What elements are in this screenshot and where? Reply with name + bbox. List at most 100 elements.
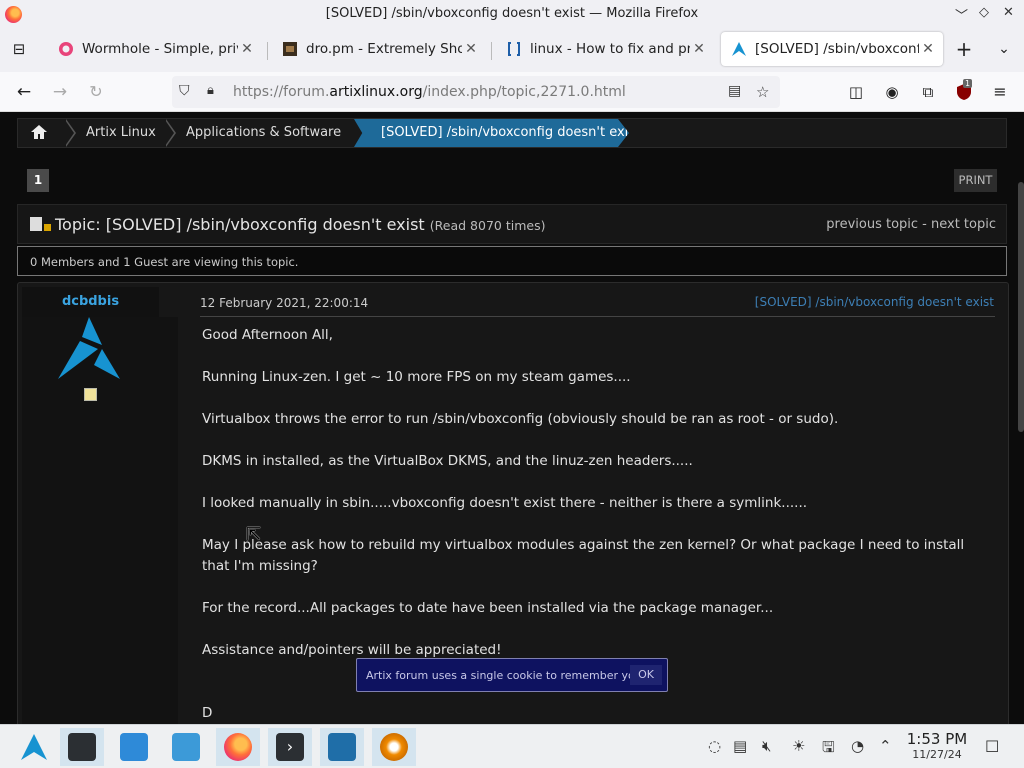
- account-icon[interactable]: ◉: [881, 81, 903, 103]
- post-paragraph: May I please ask how to rebuild my virtu…: [202, 537, 965, 574]
- minimize-icon[interactable]: ﹀: [955, 5, 968, 24]
- scrollbar[interactable]: [1018, 182, 1024, 432]
- updates-icon[interactable]: ◔: [851, 737, 864, 755]
- taskbar-terminal[interactable]: ›: [268, 728, 312, 766]
- tab-dropm[interactable]: dro.pm - Extremely Short ✕: [272, 32, 486, 66]
- tab-label: [SOLVED] /sbin/vboxconfig: [755, 41, 919, 57]
- lock-icon[interactable]: 🔒︎: [207, 83, 214, 98]
- post-paragraph: For the record...All packages to date ha…: [202, 600, 774, 616]
- clock-time: 1:53 PM: [906, 730, 968, 748]
- volume-muted-icon[interactable]: 🔇︎: [762, 737, 771, 755]
- back-icon[interactable]: ←: [13, 81, 35, 103]
- post-subject-link[interactable]: [SOLVED] /sbin/vboxconfig doesn't exist: [755, 295, 994, 309]
- maximize-icon[interactable]: ◇: [979, 5, 989, 20]
- home-icon[interactable]: [30, 124, 48, 144]
- hamburger-menu-icon[interactable]: ≡: [989, 81, 1011, 103]
- print-button[interactable]: PRINT: [954, 169, 997, 192]
- tab-close-icon[interactable]: ✕: [238, 41, 256, 57]
- clock-date: 11/27/24: [912, 748, 962, 761]
- post-paragraph: I looked manually in sbin.....vboxconfig…: [202, 495, 808, 511]
- tab-close-icon[interactable]: ✕: [919, 41, 937, 57]
- taskbar-discover[interactable]: [112, 728, 156, 766]
- tray-ghost-icon[interactable]: ◌: [708, 737, 721, 755]
- tab-close-icon[interactable]: ✕: [690, 41, 708, 57]
- page-number-button[interactable]: 1: [27, 169, 49, 192]
- tray-expand-chevron-icon[interactable]: ⌃: [879, 737, 892, 755]
- tab-overflow-chevron-icon[interactable]: ⌄: [993, 38, 1015, 60]
- extensions-icon[interactable]: ⧉: [917, 81, 939, 103]
- show-desktop-icon[interactable]: ☐: [985, 737, 999, 756]
- brightness-icon[interactable]: ☀: [792, 737, 805, 755]
- cookie-notice: Artix forum uses a single cookie to reme…: [356, 658, 668, 692]
- bookmark-star-icon[interactable]: ☆: [756, 83, 769, 101]
- reload-icon[interactable]: ↻: [85, 81, 107, 103]
- author-name[interactable]: dcbdbis: [22, 287, 159, 317]
- taskbar-firefox[interactable]: [216, 728, 260, 766]
- settings-sliders-icon: [68, 733, 96, 761]
- breadcrumb-applications-software[interactable]: Applications & Software: [186, 119, 341, 147]
- viewers-info: 0 Members and 1 Guest are viewing this t…: [17, 246, 1007, 276]
- dropm-icon: [283, 42, 297, 56]
- avatar: [58, 317, 120, 379]
- tab-wormhole[interactable]: Wormhole - Simple, privat ✕: [48, 32, 262, 66]
- window-titlebar: [SOLVED] /sbin/vboxconfig doesn't exist …: [0, 0, 1024, 28]
- stackexchange-icon: [508, 42, 520, 56]
- tab-close-icon[interactable]: ✕: [462, 41, 480, 57]
- taskbar-app-orange[interactable]: [372, 728, 416, 766]
- clipboard-icon[interactable]: ▤: [733, 737, 747, 755]
- topic-navigation-links[interactable]: previous topic - next topic: [826, 217, 996, 232]
- system-monitor-icon: [328, 733, 356, 761]
- post-paragraph: Good Afternoon All,: [202, 327, 333, 343]
- forward-icon[interactable]: →: [49, 81, 71, 103]
- breadcrumb-artix-linux[interactable]: Artix Linux: [86, 119, 156, 147]
- topic-locked-icon: [44, 224, 51, 231]
- tab-stackexchange[interactable]: linux - How to fix and prev ✕: [496, 32, 714, 66]
- url-bar[interactable]: ⛉ 🔒︎ https://forum.artixlinux.org/index.…: [172, 76, 780, 108]
- post-paragraph: Running Linux-zen. I get ~ 10 more FPS o…: [202, 369, 631, 385]
- topic-document-icon: [30, 217, 42, 231]
- navigation-bar: ← → ↻ ⛉ 🔒︎ https://forum.artixlinux.org/…: [0, 72, 1024, 112]
- topic-read-count: (Read 8070 times): [429, 218, 546, 233]
- artix-icon: [732, 42, 746, 56]
- post-date: 12 February 2021, 22:00:14: [200, 296, 369, 310]
- extension-badge: 1: [963, 79, 973, 88]
- start-menu-button[interactable]: [12, 728, 56, 766]
- url-text[interactable]: https://forum.artixlinux.org/index.php/t…: [233, 84, 626, 100]
- post-paragraph: Virtualbox throws the error to run /sbin…: [202, 411, 839, 427]
- disks-icon[interactable]: 🖫︎: [822, 737, 835, 762]
- close-window-icon[interactable]: ✕: [1003, 5, 1014, 20]
- reader-view-icon[interactable]: ▤: [728, 83, 741, 99]
- artix-start-icon: [21, 734, 47, 760]
- orange-app-icon: [380, 733, 408, 761]
- tracking-shield-icon[interactable]: ⛉: [179, 83, 190, 99]
- wormhole-icon: [59, 42, 73, 56]
- window-title: [SOLVED] /sbin/vboxconfig doesn't exist …: [325, 6, 699, 21]
- topic-header: Topic: [SOLVED] /sbin/vboxconfig doesn't…: [17, 204, 1007, 244]
- terminal-icon: ›: [276, 733, 304, 761]
- tab-label: Wormhole - Simple, privat: [82, 41, 238, 57]
- post-paragraph: DKMS in installed, as the VirtualBox DKM…: [202, 453, 693, 469]
- tab-label: dro.pm - Extremely Short: [306, 41, 462, 57]
- post-paragraph: D: [202, 705, 213, 721]
- topic-title: Topic: [SOLVED] /sbin/vboxconfig doesn't…: [55, 215, 546, 234]
- pocket-icon[interactable]: ◫: [845, 81, 867, 103]
- taskbar-system-monitor[interactable]: [320, 728, 364, 766]
- mouse-cursor-icon: ⇱: [246, 524, 262, 545]
- new-tab-icon[interactable]: +: [953, 38, 975, 60]
- taskbar-file-manager[interactable]: [164, 728, 208, 766]
- folder-icon: [172, 733, 200, 761]
- tab-bar: ⊟ Wormhole - Simple, privat ✕ dro.pm - E…: [0, 28, 1024, 72]
- breadcrumb: Artix Linux Applications & Software [SOL…: [17, 118, 1007, 148]
- online-status-icon: [84, 388, 97, 401]
- taskbar: › ◌ ▤ 🔇︎ ☀ 🖫︎ ◔ ⌃ 1:53 PM 11/27/24 ☐: [0, 724, 1024, 768]
- taskbar-system-settings[interactable]: [60, 728, 104, 766]
- forum-page: Artix Linux Applications & Software [SOL…: [0, 112, 1024, 724]
- store-bag-icon: [120, 733, 148, 761]
- tab-list-icon[interactable]: ⊟: [8, 38, 30, 60]
- breadcrumb-current-topic[interactable]: [SOLVED] /sbin/vboxconfig doesn't exist: [354, 119, 629, 147]
- cookie-ok-button[interactable]: OK: [630, 665, 662, 685]
- clock[interactable]: 1:53 PM 11/27/24: [906, 730, 968, 761]
- tab-artix-forum[interactable]: [SOLVED] /sbin/vboxconfig ✕: [721, 32, 943, 66]
- firefox-icon: [224, 733, 252, 761]
- cookie-message: Artix forum uses a single cookie to reme…: [366, 669, 642, 682]
